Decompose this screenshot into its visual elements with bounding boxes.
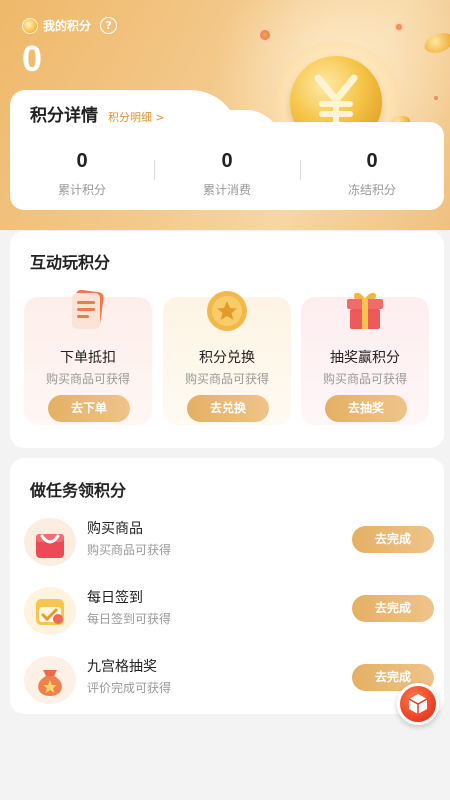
decor-bubble (432, 94, 440, 102)
play-item-sub: 购买商品可获得 (184, 372, 269, 386)
stat-total-spent: 0 累计消费 (202, 150, 251, 197)
my-points-label: 我的积分 (43, 19, 92, 33)
interactive-points-card: 互动玩积分 下单抵扣 购买商品可获得 去下单 积分兑换 购买商品可获得 去兑换 (10, 231, 444, 448)
star-coin-icon (207, 291, 247, 331)
floating-box-button[interactable] (397, 683, 439, 725)
play-item-lottery: 抽奖赢积分 购买商品可获得 去抽奖 (301, 292, 429, 425)
shopping-bag-icon (24, 518, 76, 566)
help-icon[interactable]: ? (100, 17, 118, 34)
task-sub: 评价完成可获得 (87, 681, 172, 695)
coin-icon (22, 17, 38, 34)
decor-bubble (394, 22, 404, 32)
play-item-sub: 购买商品可获得 (322, 372, 407, 386)
tasks-card: 做任务领积分 购买商品 购买商品可获得 去完成 每日签到 每日签到可获得 去完成 (10, 458, 444, 714)
lucky-bag-icon (24, 656, 76, 704)
play-item-sub: 购买商品可获得 (45, 372, 130, 386)
task-row-purchase: 购买商品 购买商品可获得 去完成 (24, 514, 434, 570)
task-name: 九宫格抽奖 (87, 659, 157, 675)
task-name: 购买商品 (87, 521, 143, 537)
task-name: 每日签到 (87, 590, 143, 606)
my-points-value: 0 (22, 38, 43, 79)
play-item-points-exchange: 积分兑换 购买商品可获得 去兑换 (163, 291, 291, 425)
stat-total-points: 0 累计积分 (57, 150, 106, 197)
points-history-link[interactable]: 积分明细 > (108, 109, 165, 125)
stat-frozen-points: 0 冻结积分 (347, 150, 396, 197)
section-title: 做任务领积分 (30, 481, 127, 500)
points-details-title: 积分详情 (30, 106, 98, 126)
gift-box-icon (347, 292, 383, 329)
cube-icon (408, 694, 428, 714)
complete-task-button[interactable]: 去完成 (352, 526, 434, 553)
my-points-header: 我的积分 ? (22, 17, 118, 34)
divider (300, 160, 301, 180)
section-title: 互动玩积分 (30, 253, 111, 272)
divider (154, 160, 155, 180)
play-item-name: 抽奖赢积分 (330, 350, 400, 366)
go-lottery-button[interactable]: 去抽奖 (325, 395, 407, 422)
go-order-button[interactable]: 去下单 (48, 395, 130, 422)
task-row-checkin: 每日签到 每日签到可获得 去完成 (24, 583, 434, 639)
task-sub: 每日签到可获得 (87, 612, 172, 626)
complete-task-button[interactable]: 去完成 (352, 595, 434, 622)
calendar-check-icon (24, 587, 76, 635)
play-item-name: 下单抵扣 (60, 350, 116, 366)
document-icon (72, 289, 104, 329)
task-sub: 购买商品可获得 (87, 543, 172, 557)
go-exchange-button[interactable]: 去兑换 (187, 395, 269, 422)
play-item-name: 积分兑换 (199, 350, 255, 366)
decor-bubble (258, 28, 272, 42)
task-row-grid-lottery: 九宫格抽奖 评价完成可获得 去完成 (24, 652, 434, 708)
play-item-order-deduct: 下单抵扣 购买商品可获得 去下单 (24, 289, 152, 425)
